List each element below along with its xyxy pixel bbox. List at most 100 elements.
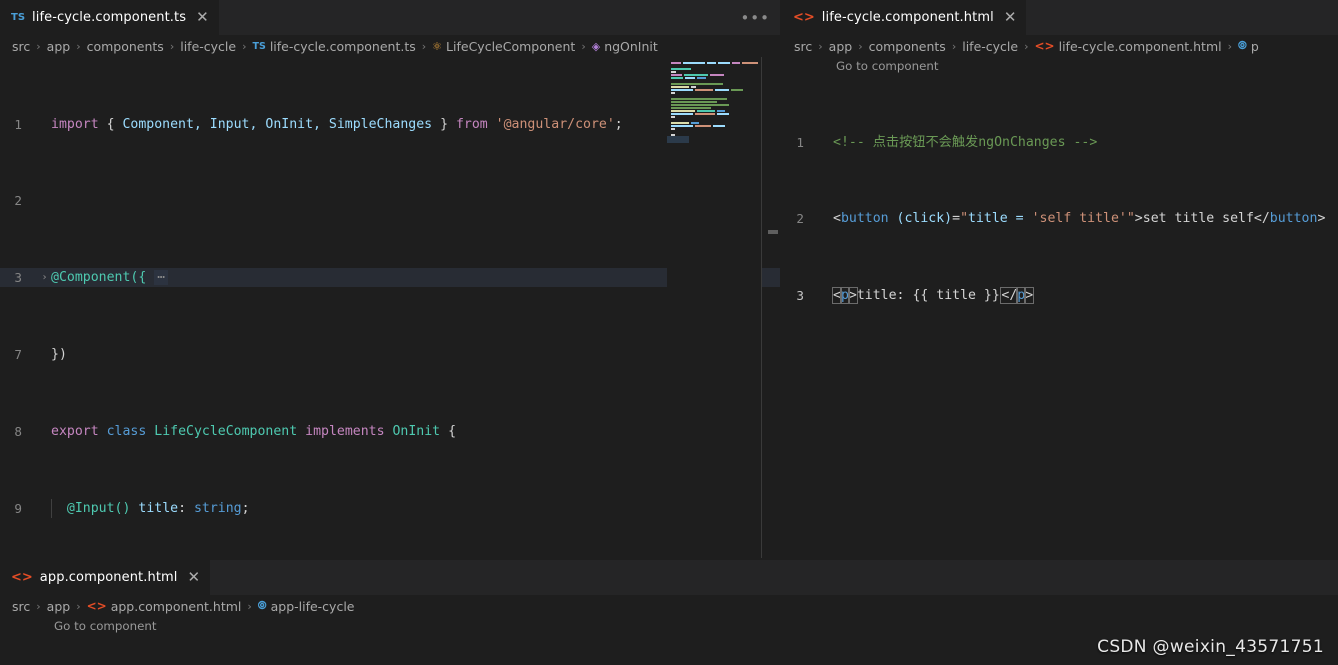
breadcrumb-item-method[interactable]: ngOnInit bbox=[604, 39, 658, 54]
code-line: 2 bbox=[0, 191, 780, 210]
method-symbol-icon: ◈ bbox=[591, 39, 601, 53]
token-binding-expr: title = bbox=[968, 211, 1032, 227]
breadcrumb-item-file[interactable]: app.component.html bbox=[111, 599, 242, 614]
breadcrumb-item-components[interactable]: components bbox=[869, 39, 946, 54]
tab-label: life-cycle.component.html bbox=[821, 10, 994, 25]
tab-life-cycle-component-html[interactable]: <> life-cycle.component.html ✕ bbox=[782, 0, 1028, 35]
breadcrumb-item-app[interactable]: app bbox=[47, 599, 71, 614]
breadcrumb-separator: › bbox=[169, 39, 175, 53]
breadcrumb-separator: › bbox=[858, 39, 863, 53]
folded-region-marker[interactable]: ⋯ bbox=[154, 270, 169, 286]
tab-label: app.component.html bbox=[39, 570, 178, 585]
tabbar-empty-space bbox=[219, 0, 780, 35]
tabbar-empty-space bbox=[1027, 0, 1338, 35]
breadcrumb-item-life-cycle[interactable]: life-cycle bbox=[180, 39, 236, 54]
token-button-text: set title self bbox=[1142, 211, 1254, 227]
tab-life-cycle-component-ts[interactable]: TS life-cycle.component.ts ✕ bbox=[0, 0, 220, 35]
code-line: 9 @Input() title: string; bbox=[0, 498, 780, 518]
html-file-icon: <> bbox=[793, 10, 815, 25]
breadcrumb-separator: › bbox=[76, 599, 81, 613]
close-icon[interactable]: ✕ bbox=[188, 570, 201, 585]
code-editor-typescript[interactable]: 1 import { Component, Input, OnInit, Sim… bbox=[0, 57, 780, 558]
code-line-current: 3 <p>title: {{ title }} </p> bbox=[782, 286, 1338, 305]
code-editor-html[interactable]: Go to component 1 <!-- 点击按钮不会触发ngOnChang… bbox=[782, 57, 1338, 558]
token-tag-p: p bbox=[839, 287, 850, 305]
breadcrumb-item-src[interactable]: src bbox=[794, 39, 812, 54]
tabbar-empty-space bbox=[211, 560, 1338, 595]
breadcrumb-separator: › bbox=[242, 39, 247, 53]
breadcrumb-item-file[interactable]: life-cycle.component.html bbox=[1059, 39, 1222, 54]
token-interpolation: {{ title }} bbox=[912, 288, 1000, 304]
code-line-folded: 3 › @Component({ ⋯ bbox=[0, 268, 780, 288]
breadcrumb-separator: › bbox=[36, 599, 41, 613]
token-class-name: LifeCycleComponent bbox=[154, 423, 298, 439]
token-keyword-export: export bbox=[51, 423, 99, 439]
tabbar-app-html: <> app.component.html ✕ bbox=[0, 560, 1338, 595]
token-string: '@angular/core' bbox=[495, 116, 615, 132]
breadcrumb-separator: › bbox=[76, 39, 81, 53]
breadcrumb-item-file[interactable]: life-cycle.component.ts bbox=[270, 39, 416, 54]
token-keyword: import bbox=[51, 116, 99, 132]
code-line: 1 <!-- 点击按钮不会触发ngOnChanges --> bbox=[782, 133, 1338, 152]
breadcrumb-item-app[interactable]: app bbox=[829, 39, 853, 54]
html-file-icon: <> bbox=[1034, 39, 1055, 53]
token-input-decorator: @Input() bbox=[66, 500, 131, 516]
vscode-window: TS life-cycle.component.ts ✕ ••• src › a… bbox=[0, 0, 1338, 665]
breadcrumb-item-src[interactable]: src bbox=[12, 39, 30, 54]
minimap-typescript[interactable] bbox=[667, 57, 762, 558]
breadcrumb-separator: › bbox=[1024, 39, 1029, 53]
token-attr-click: (click) bbox=[896, 211, 953, 227]
line-number: 8 bbox=[14, 423, 22, 439]
token-comment: <!-- 点击按钮不会触发ngOnChanges --> bbox=[833, 134, 1098, 150]
breadcrumb-item-class[interactable]: LifeCycleComponent bbox=[446, 39, 575, 54]
breadcrumb-item-element[interactable]: p bbox=[1251, 39, 1259, 54]
code-content: 1 <!-- 点击按钮不会触发ngOnChanges --> 2 <button… bbox=[782, 75, 1338, 363]
breadcrumb-item-life-cycle[interactable]: life-cycle bbox=[962, 39, 1018, 54]
token-tag-button: button bbox=[840, 211, 889, 227]
fold-chevron-icon[interactable]: › bbox=[38, 268, 51, 287]
editor-scrollbar-vertical[interactable] bbox=[766, 57, 780, 558]
token-property: title bbox=[138, 500, 179, 516]
fold-gutter[interactable] bbox=[38, 115, 51, 134]
line-number: 7 bbox=[14, 347, 22, 362]
editor-group-html: <> life-cycle.component.html ✕ src › app… bbox=[782, 0, 1338, 558]
watermark-csdn: CSDN @weixin_43571751 bbox=[1097, 637, 1324, 657]
line-number: 2 bbox=[14, 193, 22, 209]
token-keyword-from: from bbox=[455, 116, 488, 132]
token-punct: : bbox=[178, 500, 187, 516]
codelens-go-to-component[interactable]: Go to component bbox=[782, 57, 1338, 75]
typescript-file-icon: TS bbox=[11, 12, 26, 23]
token-interface-name: OnInit bbox=[392, 423, 441, 439]
tabbar-overflow-button[interactable]: ••• bbox=[740, 0, 770, 35]
breadcrumb-separator: › bbox=[36, 39, 41, 53]
element-symbol-icon: ⦾ bbox=[1238, 39, 1247, 52]
close-icon[interactable]: ✕ bbox=[196, 10, 209, 25]
breadcrumb-item-element[interactable]: app-life-cycle bbox=[271, 599, 355, 614]
breadcrumb-item-src[interactable]: src bbox=[12, 599, 30, 614]
breadcrumb-app-html: src › app › <> app.component.html › ⦾ ap… bbox=[0, 595, 1338, 617]
codelens-go-to-component[interactable]: Go to component bbox=[0, 617, 1338, 635]
token-decorator: @Component({ bbox=[51, 270, 147, 286]
element-symbol-icon: ⦾ bbox=[257, 599, 267, 612]
close-icon[interactable]: ✕ bbox=[1004, 10, 1017, 25]
code-line: 2 <button (click)="title = 'self title'"… bbox=[782, 209, 1338, 228]
code-line: 1 import { Component, Input, OnInit, Sim… bbox=[0, 115, 780, 134]
breadcrumb-separator: › bbox=[247, 599, 252, 613]
token-punct: ; bbox=[241, 500, 250, 516]
breadcrumb-separator: › bbox=[421, 39, 427, 53]
line-number: 1 bbox=[796, 134, 804, 150]
tab-app-component-html[interactable]: <> app.component.html ✕ bbox=[0, 560, 212, 595]
token-tag-button-close: button bbox=[1269, 211, 1318, 227]
breadcrumb-item-app[interactable]: app bbox=[47, 39, 71, 54]
breadcrumb-typescript: src › app › components › life-cycle › TS… bbox=[0, 35, 780, 57]
tab-label: life-cycle.component.ts bbox=[32, 10, 187, 25]
html-file-icon: <> bbox=[11, 570, 33, 585]
token-import-names: Component, Input, OnInit, SimpleChanges bbox=[122, 116, 433, 132]
token-brace: { bbox=[448, 423, 457, 439]
token-keyword-class: class bbox=[106, 423, 147, 439]
editor-group-typescript: TS life-cycle.component.ts ✕ ••• src › a… bbox=[0, 0, 780, 558]
line-number-current: 3 bbox=[796, 288, 804, 304]
token-text: title: bbox=[856, 288, 913, 304]
token-punct: = bbox=[952, 211, 961, 227]
breadcrumb-item-components[interactable]: components bbox=[87, 39, 164, 54]
